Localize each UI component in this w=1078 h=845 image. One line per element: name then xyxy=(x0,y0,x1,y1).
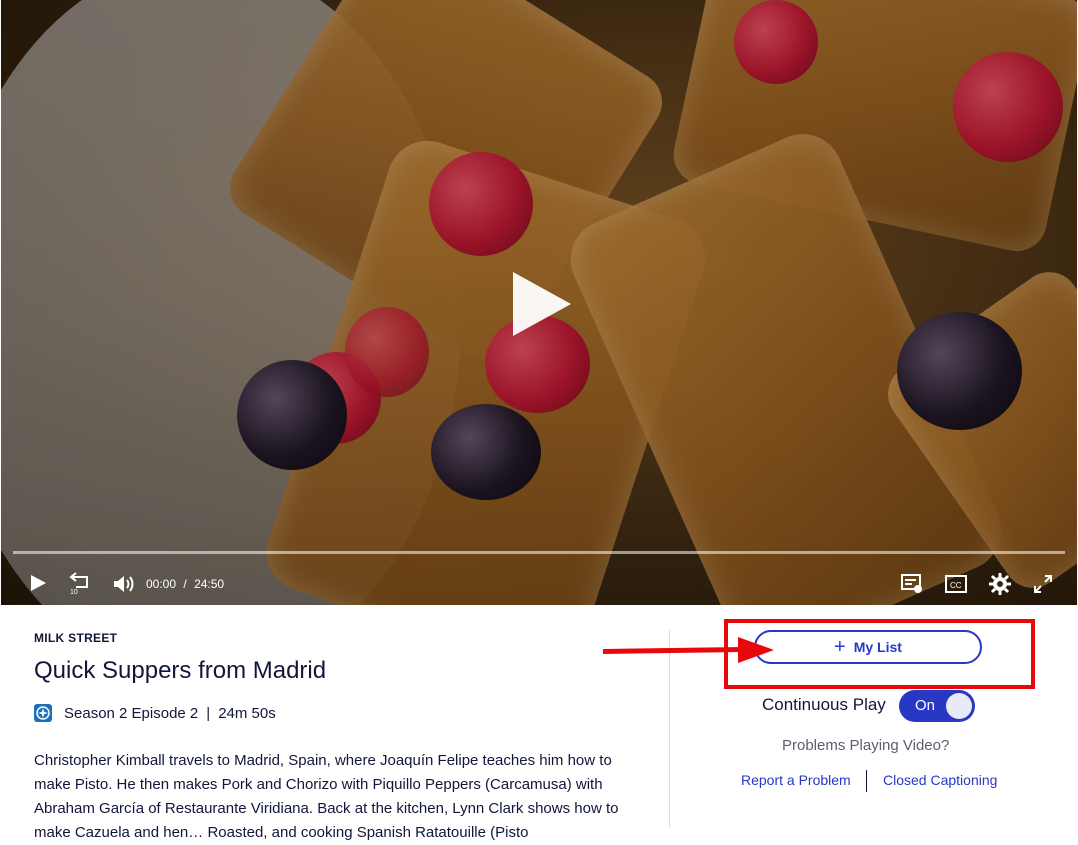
compass-icon xyxy=(34,704,52,722)
time-display: 00:00 / 24:50 xyxy=(146,577,228,591)
toggle-label: On xyxy=(915,697,936,714)
play-icon[interactable] xyxy=(513,272,571,336)
video-player[interactable]: 10 00:00 / 24:50 CC xyxy=(1,0,1077,605)
closed-captioning-link[interactable]: Closed Captioning xyxy=(883,772,997,788)
problems-heading: Problems Playing Video? xyxy=(782,737,950,754)
gear-icon[interactable] xyxy=(989,573,1011,600)
link-divider xyxy=(866,770,867,792)
volume-icon[interactable] xyxy=(113,574,135,599)
episode-title: Quick Suppers from Madrid xyxy=(34,657,327,684)
continuous-play-toggle[interactable]: On xyxy=(899,690,975,722)
svg-text:10: 10 xyxy=(70,589,78,596)
episode-description: Christopher Kimball travels to Madrid, S… xyxy=(34,752,619,841)
rewind-10-icon[interactable]: 10 xyxy=(67,572,93,601)
current-time: 00:00 xyxy=(146,577,177,591)
time-separator: / xyxy=(183,577,187,591)
column-divider xyxy=(669,630,670,827)
toggle-knob xyxy=(946,693,972,719)
annotation-arrow-head xyxy=(738,637,774,663)
play-icon[interactable] xyxy=(29,574,47,597)
report-problem-link[interactable]: Report a Problem xyxy=(741,772,851,788)
progress-bar[interactable] xyxy=(13,551,1065,554)
transcript-settings-icon[interactable] xyxy=(901,574,923,599)
continuous-play-label: Continuous Play xyxy=(762,695,886,714)
episode-meta: Season 2 Episode 2 | 24m 50s xyxy=(34,704,276,722)
show-name[interactable]: MILK STREET xyxy=(34,631,117,645)
runtime: 24m 50s xyxy=(218,704,276,722)
season-episode: Season 2 Episode 2 xyxy=(64,704,199,722)
closed-captions-icon[interactable]: CC xyxy=(945,575,967,598)
duration: 24:50 xyxy=(194,577,225,591)
fullscreen-icon[interactable] xyxy=(1034,575,1052,598)
meta-divider: | xyxy=(206,704,211,722)
annotation-arrow xyxy=(602,647,744,654)
svg-text:CC: CC xyxy=(950,581,962,590)
